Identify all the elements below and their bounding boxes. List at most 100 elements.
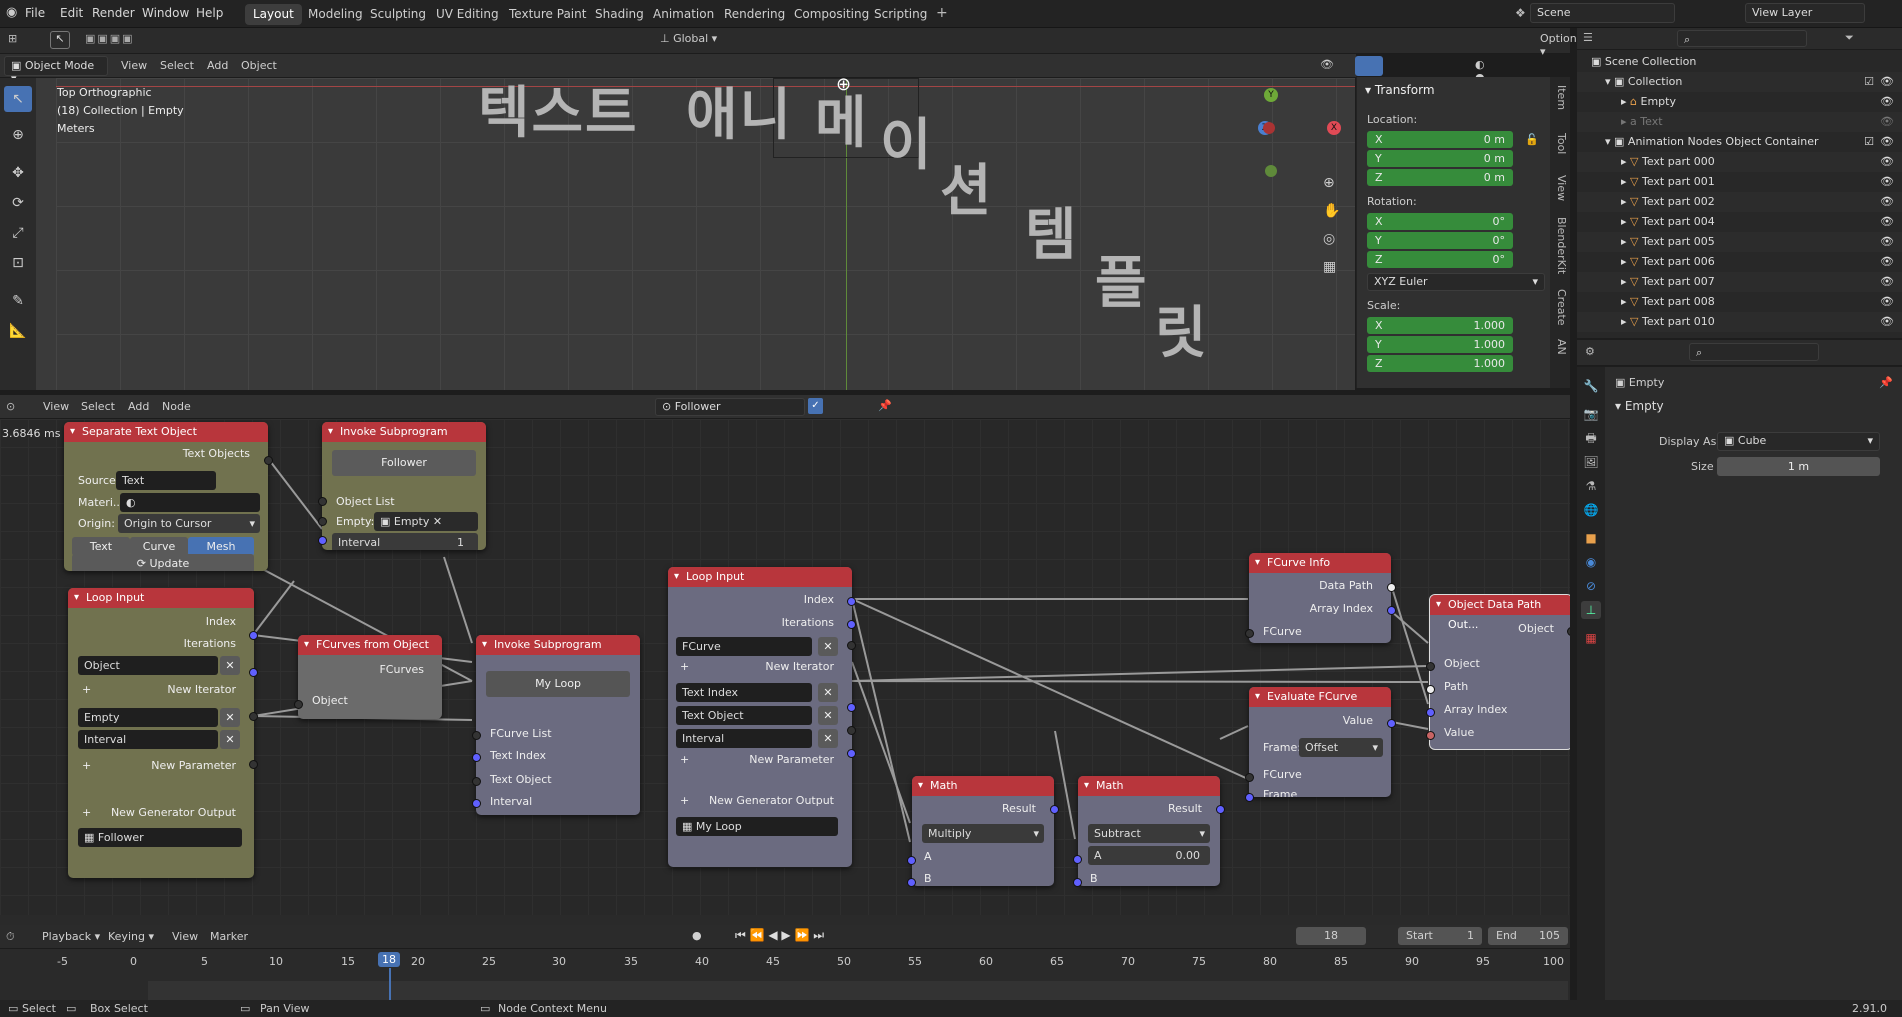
outliner-row[interactable]: ▣ Scene Collection: [1577, 52, 1902, 72]
playhead-line[interactable]: [389, 968, 391, 1000]
math-a-field[interactable]: A 0.00: [1088, 846, 1210, 865]
math-operation-select[interactable]: Multiply ▾: [922, 824, 1044, 843]
socket[interactable]: [1426, 685, 1435, 694]
end-frame-field[interactable]: End 105: [1488, 927, 1568, 945]
rotation-y-field[interactable]: Y 0°: [1367, 232, 1513, 249]
node-fcurves-from-object[interactable]: FCurves from Object FCurves Object: [298, 635, 442, 719]
source-field[interactable]: Text: [116, 471, 216, 490]
text-object-6[interactable]: 템: [1025, 190, 1079, 271]
outliner-row[interactable]: ▸ ▽ Text part 001 👁: [1577, 172, 1902, 192]
tab-shading[interactable]: Shading: [587, 4, 652, 25]
transform-orientation[interactable]: ⊥ Global ▾: [660, 32, 717, 45]
rotate-tool-icon[interactable]: ⟳: [4, 190, 32, 216]
socket[interactable]: [264, 456, 273, 465]
size-field[interactable]: 1 m: [1717, 457, 1880, 476]
text-object-1[interactable]: 텍스트: [478, 78, 639, 149]
text-object-5[interactable]: 션: [940, 146, 994, 227]
tab-rendering[interactable]: Rendering: [716, 4, 793, 25]
frame-type-select[interactable]: Offset ▾: [1299, 738, 1383, 757]
data-props-icon[interactable]: ⊥: [1581, 601, 1601, 619]
outliner-editor-icon[interactable]: ☰: [1583, 31, 1593, 44]
generator-field[interactable]: ▦ My Loop: [676, 817, 838, 836]
update-button[interactable]: ⟳ Update: [72, 554, 254, 571]
editor-type-icon[interactable]: ⊞: [8, 32, 17, 45]
parameter-field[interactable]: Text Object: [676, 706, 812, 725]
scale-x-field[interactable]: X 1.000: [1367, 317, 1513, 334]
object-props-icon[interactable]: ■: [1581, 529, 1601, 547]
location-z-field[interactable]: Z0 m: [1367, 169, 1513, 186]
origin-select[interactable]: Origin to Cursor ▾: [118, 514, 260, 533]
menu-file[interactable]: File: [25, 6, 45, 20]
add-icon[interactable]: +: [82, 759, 91, 772]
socket[interactable]: [847, 749, 856, 758]
outliner-search[interactable]: ⌕: [1677, 30, 1807, 47]
remove-button[interactable]: ✕: [220, 656, 240, 675]
socket[interactable]: [1426, 708, 1435, 717]
remove-button[interactable]: ✕: [220, 730, 240, 749]
menu-window[interactable]: Window: [142, 6, 189, 20]
socket[interactable]: [472, 731, 481, 740]
mode-selector[interactable]: ▣ Object Mode ▾: [4, 56, 108, 85]
parameter-field[interactable]: Text Index: [676, 683, 812, 702]
scale-tool-icon[interactable]: ⤢: [4, 220, 32, 246]
select-tool-icon[interactable]: ↖: [50, 31, 70, 49]
cursor-tool-icon[interactable]: ⊕: [4, 122, 32, 148]
socket[interactable]: [318, 517, 327, 526]
menu-render[interactable]: Render: [92, 6, 135, 20]
socket[interactable]: [1426, 662, 1435, 671]
node-menu-node[interactable]: Node: [162, 400, 191, 413]
properties-editor-icon[interactable]: ⚙: [1585, 345, 1595, 358]
new-parameter-label[interactable]: New Parameter: [151, 759, 236, 772]
remove-button[interactable]: ✕: [220, 708, 240, 727]
node-tree-selector[interactable]: ⊙ Follower: [655, 398, 805, 416]
socket[interactable]: [1387, 719, 1396, 728]
add-icon[interactable]: +: [82, 806, 91, 819]
outliner-row[interactable]: ▸ ▽ Text part 000 👁: [1577, 152, 1902, 172]
socket[interactable]: [249, 668, 258, 677]
transform-panel-title[interactable]: ▾ Transform: [1365, 83, 1435, 97]
measure-tool-icon[interactable]: 📐: [4, 318, 32, 344]
socket[interactable]: [1073, 855, 1082, 864]
add-workspace-icon[interactable]: +: [936, 5, 948, 21]
view-layer-selector[interactable]: View Layer: [1745, 3, 1865, 23]
menu-timeline-view[interactable]: View: [172, 930, 198, 943]
subprogram-selector[interactable]: My Loop: [486, 671, 630, 697]
node-title[interactable]: Loop Input: [668, 567, 852, 587]
outliner-row[interactable]: ▾ ▣ Collection ☑ 👁: [1577, 72, 1902, 92]
socket[interactable]: [1567, 627, 1570, 636]
gizmo-neg-x-icon[interactable]: [1263, 122, 1275, 134]
menu-help[interactable]: Help: [196, 6, 223, 20]
gizmo-toggle-icon[interactable]: [1355, 56, 1383, 76]
rotation-mode-select[interactable]: XYZ Euler ▾: [1367, 273, 1545, 291]
gizmo-neg-y-icon[interactable]: [1265, 165, 1277, 177]
tab-animation[interactable]: Animation: [645, 4, 722, 25]
menu-edit[interactable]: Edit: [60, 6, 83, 20]
texture-props-icon[interactable]: ▦: [1581, 629, 1601, 647]
outliner-row[interactable]: ▸ ▽ Text part 008 👁: [1577, 292, 1902, 312]
node-loop-input-1[interactable]: Loop Input Index Iterations Object ✕ + N…: [68, 588, 254, 878]
transform-tool-icon[interactable]: ⊡: [4, 250, 32, 276]
outliner-row[interactable]: ▸ ▽ Text part 002 👁: [1577, 192, 1902, 212]
start-frame-field[interactable]: Start 1: [1398, 927, 1482, 945]
ortho-toggle-icon[interactable]: ▦: [1323, 259, 1336, 275]
gizmo-x-icon[interactable]: X: [1327, 121, 1341, 135]
material-field[interactable]: ◐: [120, 493, 260, 512]
socket[interactable]: [847, 620, 856, 629]
rotation-z-field[interactable]: Z 0°: [1367, 251, 1513, 268]
menu-marker[interactable]: Marker: [210, 930, 248, 943]
new-iterator-label[interactable]: New Iterator: [765, 660, 834, 673]
tab-an[interactable]: AN: [1552, 339, 1568, 355]
outliner-row[interactable]: ▸ ▽ Text part 010 👁: [1577, 312, 1902, 332]
constraints-props-icon[interactable]: ⊘: [1581, 577, 1601, 595]
tab-modeling[interactable]: Modeling: [300, 4, 371, 25]
viewport-menu-view[interactable]: View: [121, 59, 147, 72]
scale-z-field[interactable]: Z 1.000: [1367, 355, 1513, 372]
socket[interactable]: [1073, 878, 1082, 887]
socket[interactable]: [1387, 606, 1396, 615]
object-name-field[interactable]: ▣ Empty 📌: [1615, 373, 1897, 393]
node-title[interactable]: Object Data Path Out...: [1430, 595, 1570, 631]
node-math-subtract[interactable]: Math Result Subtract▾ A0.00 B: [1078, 776, 1220, 886]
parameter-field[interactable]: Empty: [78, 708, 218, 727]
add-icon[interactable]: +: [680, 794, 689, 807]
socket[interactable]: [1216, 805, 1225, 814]
